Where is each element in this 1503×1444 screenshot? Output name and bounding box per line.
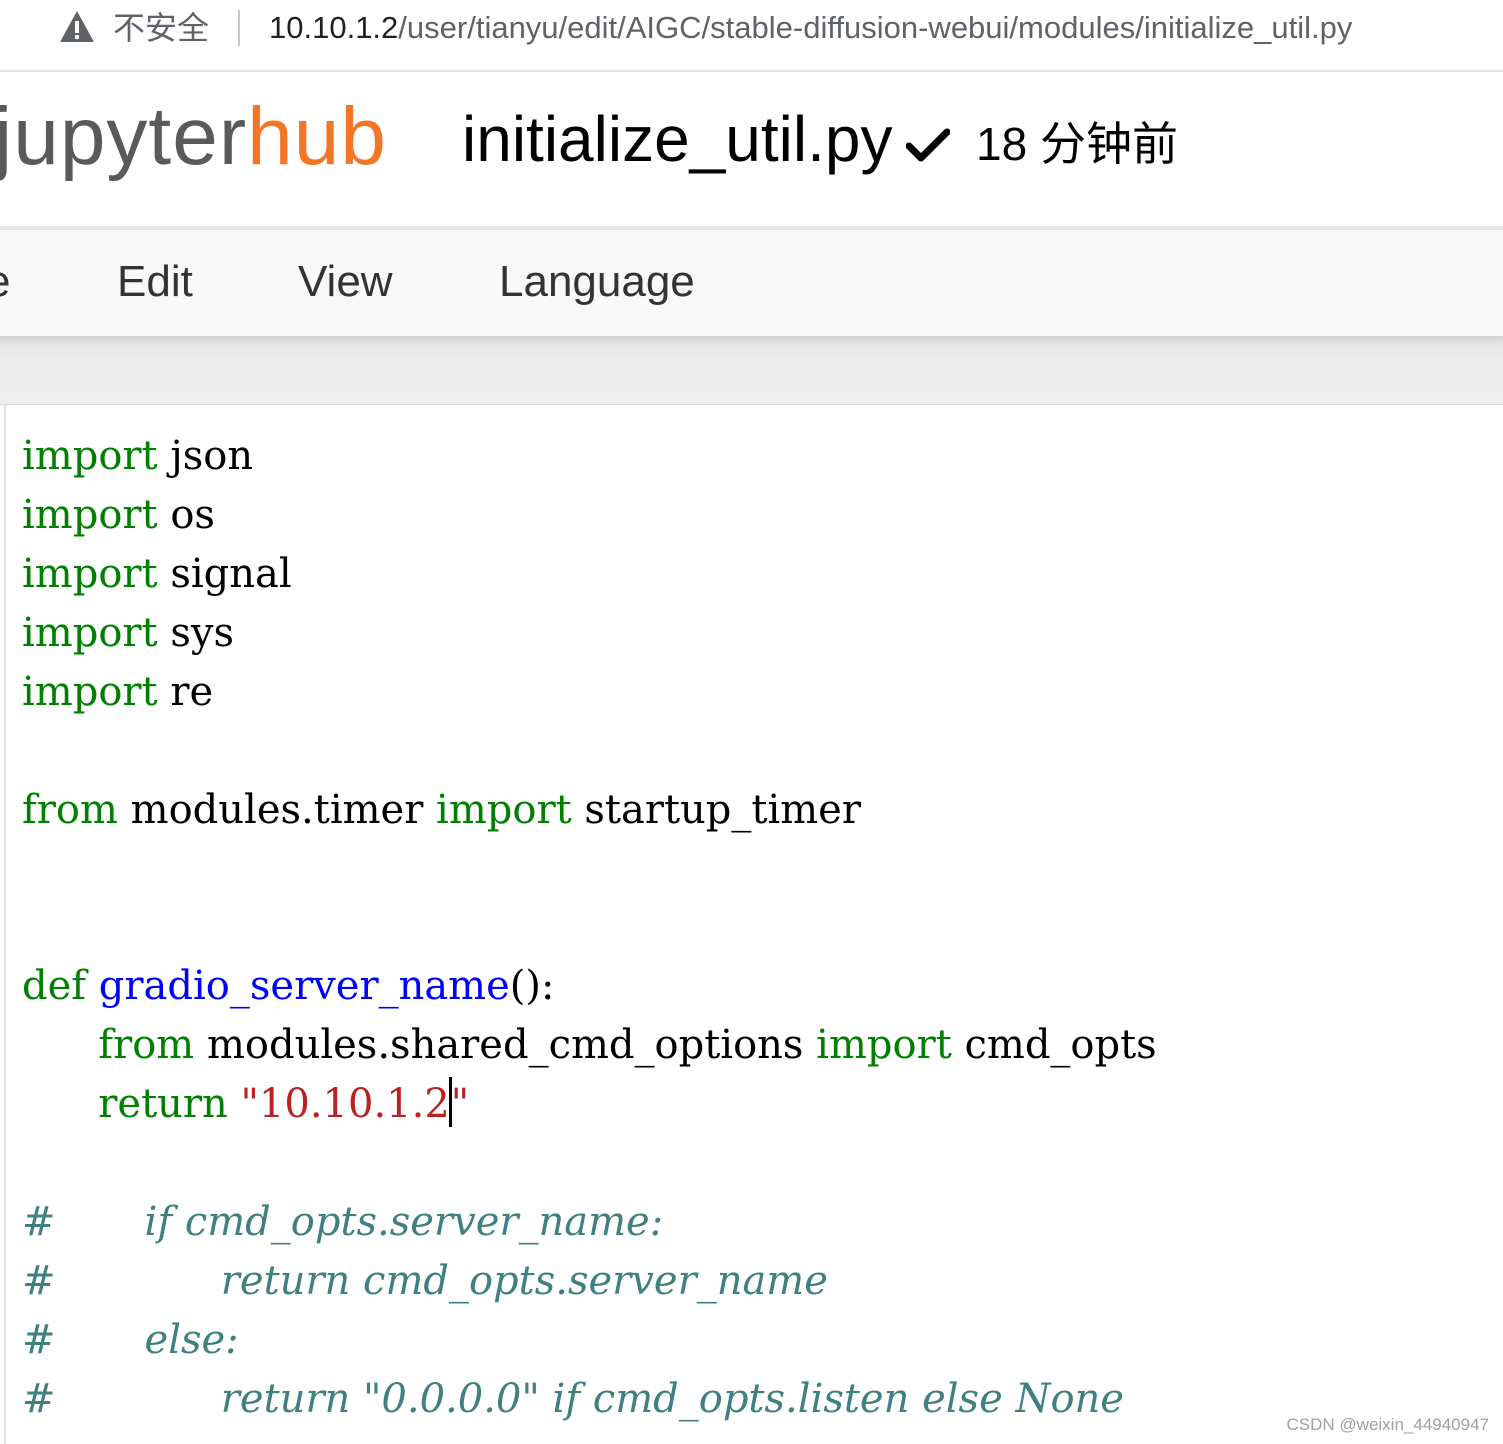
code-line-4[interactable]: import sys [22, 604, 234, 662]
last-saved-time: 18 分钟前 [976, 114, 1178, 174]
code-line-16[interactable]: # else: [22, 1311, 239, 1369]
file-name[interactable]: initialize_util.py [462, 94, 892, 184]
code-line-11[interactable]: from modules.shared_cmd_options import c… [22, 1016, 1157, 1074]
jupyterhub-logo[interactable]: jupyterhub [0, 82, 387, 192]
watermark: CSDN @weixin_44940947 [1287, 1415, 1489, 1435]
code-line-2[interactable]: import os [22, 486, 215, 544]
code-line-15[interactable]: # return cmd_opts.server_name [22, 1252, 828, 1310]
jupyter-header: jupyterhub initialize_util.py 18 分钟前 [0, 74, 1503, 230]
logo-hub: hub [247, 91, 387, 182]
menu-edit[interactable]: Edit [117, 254, 193, 310]
code-line-1[interactable]: import json [22, 427, 253, 485]
code-line-14[interactable]: # if cmd_opts.server_name: [22, 1193, 663, 1251]
menu-file[interactable]: e [0, 254, 10, 310]
code-editor[interactable]: import json import os import signal impo… [0, 404, 1503, 1444]
url-host: 10.10.1.2 [269, 10, 398, 45]
check-icon [906, 128, 950, 164]
code-line-3[interactable]: import signal [22, 545, 292, 603]
code-line-12[interactable]: return "10.10.1.2" [22, 1075, 469, 1133]
url-text[interactable]: 10.10.1.2/user/tianyu/edit/AIGC/stable-d… [269, 8, 1352, 48]
warning-icon[interactable] [58, 8, 96, 46]
code-line-7[interactable]: from modules.timer import startup_timer [22, 781, 861, 839]
logo-jupyter: jupyter [0, 91, 247, 182]
browser-address-bar: 不安全 10.10.1.2/user/tianyu/edit/AIGC/stab… [0, 0, 1503, 72]
menu-bar: e Edit View Language [0, 230, 1503, 336]
menu-view[interactable]: View [298, 254, 393, 310]
code-line-10[interactable]: def gradio_server_name(): [22, 957, 554, 1015]
divider [238, 10, 240, 46]
security-label[interactable]: 不安全 [113, 8, 209, 48]
code-line-5[interactable]: import re [22, 663, 213, 721]
editor-gutter [4, 405, 6, 1444]
omnibox[interactable]: 不安全 10.10.1.2/user/tianyu/edit/AIGC/stab… [10, 0, 1503, 62]
code-line-17[interactable]: # return "0.0.0.0" if cmd_opts.listen el… [22, 1370, 1124, 1428]
menu-language[interactable]: Language [499, 254, 695, 310]
url-path: /user/tianyu/edit/AIGC/stable-diffusion-… [398, 10, 1352, 45]
toolbar-shadow [0, 336, 1503, 404]
